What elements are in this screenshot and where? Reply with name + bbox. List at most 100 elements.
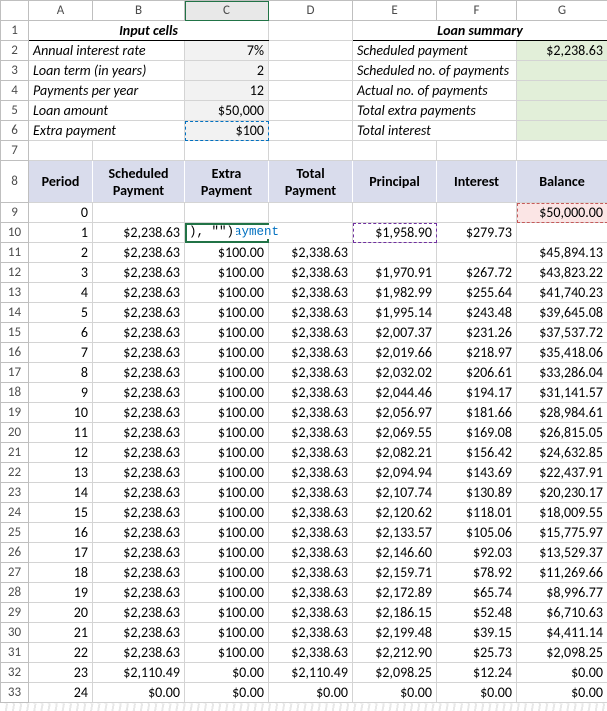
cell-interest[interactable]: $39.15: [437, 623, 517, 643]
loan-term-value[interactable]: 2: [185, 61, 269, 81]
payments-per-year-value[interactable]: 12: [185, 81, 269, 101]
cell-interest[interactable]: $267.72: [437, 263, 517, 283]
cell-interest[interactable]: $92.03: [437, 543, 517, 563]
cell-scheduled[interactable]: $2,238.63: [93, 363, 185, 383]
cell-scheduled[interactable]: $2,238.63: [93, 543, 185, 563]
row-14[interactable]: 14: [1, 303, 29, 323]
row-20[interactable]: 20: [1, 423, 29, 443]
cell-total[interactable]: $2,338.63: [269, 263, 353, 283]
row-22[interactable]: 22: [1, 463, 29, 483]
cell-balance[interactable]: $43,823.22: [517, 263, 607, 283]
cell-balance[interactable]: $45,894.13: [517, 243, 607, 263]
cell-period[interactable]: 19: [29, 583, 93, 603]
cell-start-balance[interactable]: $50,000.00: [517, 203, 607, 223]
cell-principal[interactable]: $2,199.48: [353, 623, 437, 643]
cell-principal[interactable]: $1,958.90: [353, 223, 437, 243]
row-12[interactable]: 12: [1, 263, 29, 283]
row-7[interactable]: 7: [1, 141, 29, 161]
extra-payment-value[interactable]: $100: [185, 121, 269, 141]
cell-principal[interactable]: $1,982.99: [353, 283, 437, 303]
row-18[interactable]: 18: [1, 383, 29, 403]
row-17[interactable]: 17: [1, 363, 29, 383]
cell[interactable]: [269, 121, 353, 141]
cell-scheduled[interactable]: $2,238.63: [93, 223, 185, 243]
row-3[interactable]: 3: [1, 61, 29, 81]
row-28[interactable]: 28: [1, 583, 29, 603]
cell-principal[interactable]: $2,007.37: [353, 323, 437, 343]
cell-principal[interactable]: $1,995.14: [353, 303, 437, 323]
cell-extra[interactable]: $100.00: [185, 263, 269, 283]
col-E[interactable]: E: [353, 1, 437, 21]
cell-balance[interactable]: $24,632.85: [517, 443, 607, 463]
cell-scheduled[interactable]: $0.00: [93, 683, 185, 703]
cell-extra[interactable]: $100.00: [185, 323, 269, 343]
cell-period[interactable]: 4: [29, 283, 93, 303]
cell-period[interactable]: 22: [29, 643, 93, 663]
cell-total[interactable]: $2,338.63: [269, 323, 353, 343]
row-13[interactable]: 13: [1, 283, 29, 303]
cell-extra[interactable]: $100.00: [185, 563, 269, 583]
cell-scheduled[interactable]: $2,238.63: [93, 443, 185, 463]
cell-balance[interactable]: $35,418.06: [517, 343, 607, 363]
row-2[interactable]: 2: [1, 41, 29, 61]
cell-interest[interactable]: $255.64: [437, 283, 517, 303]
row-16[interactable]: 16: [1, 343, 29, 363]
cell-extra[interactable]: [185, 203, 269, 223]
cell-principal[interactable]: $2,082.21: [353, 443, 437, 463]
cell-scheduled[interactable]: $2,238.63: [93, 263, 185, 283]
cell-principal[interactable]: [353, 203, 437, 223]
cell-interest[interactable]: $143.69: [437, 463, 517, 483]
row-21[interactable]: 21: [1, 443, 29, 463]
cell-balance[interactable]: $4,411.14: [517, 623, 607, 643]
cell-principal[interactable]: $2,133.57: [353, 523, 437, 543]
row-5[interactable]: 5: [1, 101, 29, 121]
col-D[interactable]: D: [269, 1, 353, 21]
spreadsheet-grid[interactable]: A B C D E F G 1 Input cells Loan summary…: [0, 0, 607, 711]
cell-principal[interactable]: $2,094.94: [353, 463, 437, 483]
cell-period[interactable]: 11: [29, 423, 93, 443]
col-A[interactable]: A: [29, 1, 93, 21]
cell-scheduled[interactable]: $2,238.63: [93, 303, 185, 323]
cell-scheduled[interactable]: $2,238.63: [93, 423, 185, 443]
cell-total[interactable]: $2,338.63: [269, 243, 353, 263]
cell-extra[interactable]: $100.00: [185, 363, 269, 383]
cell-extra[interactable]: $100.00: [185, 283, 269, 303]
row-19[interactable]: 19: [1, 403, 29, 423]
cell-period[interactable]: 14: [29, 483, 93, 503]
cell-balance[interactable]: $0.00: [517, 663, 607, 683]
cell-principal[interactable]: $2,107.74: [353, 483, 437, 503]
cell-interest[interactable]: $169.08: [437, 423, 517, 443]
row-27[interactable]: 27: [1, 563, 29, 583]
cell-extra[interactable]: $100.00: [185, 483, 269, 503]
cell-interest[interactable]: $105.06: [437, 523, 517, 543]
cell-total[interactable]: $2,338.63: [269, 343, 353, 363]
total-interest-value[interactable]: [517, 121, 607, 141]
col-C[interactable]: C: [185, 1, 269, 21]
cell[interactable]: [269, 141, 353, 161]
cell-period[interactable]: 7: [29, 343, 93, 363]
cell-balance[interactable]: $0.00: [517, 683, 607, 703]
row-10[interactable]: 10: [1, 223, 29, 243]
cell-total[interactable]: $2,338.63: [269, 423, 353, 443]
cell-total[interactable]: $2,338.63: [269, 443, 353, 463]
cell-total[interactable]: $2,338.63: [269, 603, 353, 623]
cell-period[interactable]: 6: [29, 323, 93, 343]
cell-balance[interactable]: $26,815.05: [517, 423, 607, 443]
cell-principal[interactable]: [353, 243, 437, 263]
cell-balance[interactable]: $33,286.04: [517, 363, 607, 383]
row-24[interactable]: 24: [1, 503, 29, 523]
cell-interest[interactable]: $181.66: [437, 403, 517, 423]
cell-total[interactable]: $2,338.63: [269, 543, 353, 563]
cell-interest[interactable]: $52.48: [437, 603, 517, 623]
cell-extra[interactable]: $100.00: [185, 443, 269, 463]
cell-total[interactable]: $2,338.63: [269, 363, 353, 383]
cell-total[interactable]: $2,110.49: [269, 663, 353, 683]
sched-payment-value[interactable]: $2,238.63: [517, 41, 607, 61]
cell-period[interactable]: 8: [29, 363, 93, 383]
cell[interactable]: [185, 141, 269, 161]
cell-scheduled[interactable]: $2,238.63: [93, 643, 185, 663]
cell-scheduled[interactable]: $2,238.63: [93, 563, 185, 583]
cell-interest[interactable]: $218.97: [437, 343, 517, 363]
row-25[interactable]: 25: [1, 523, 29, 543]
cell-period[interactable]: 13: [29, 463, 93, 483]
